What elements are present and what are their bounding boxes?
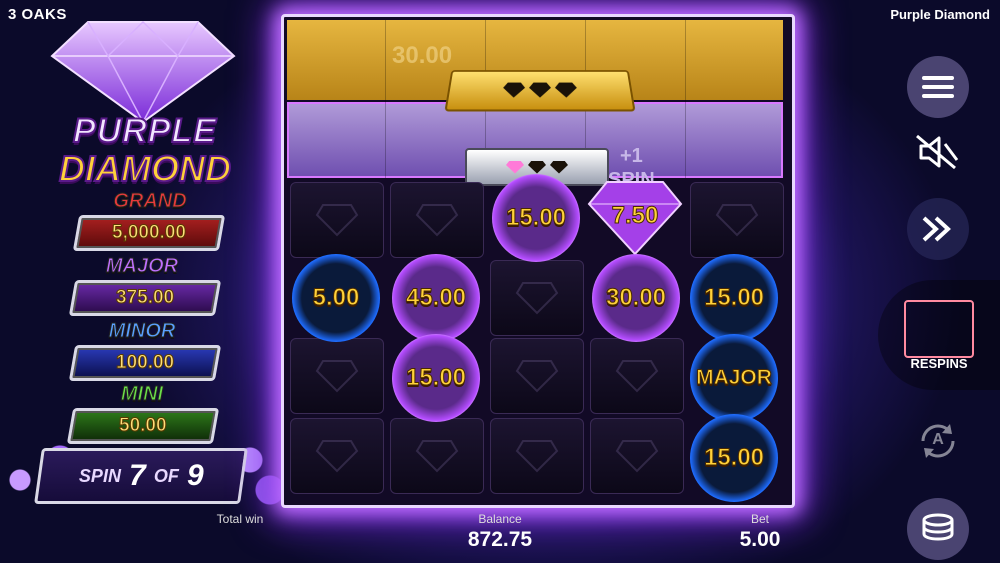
- value-orb: 5.00: [292, 254, 380, 342]
- value-orb: 30.00: [592, 254, 680, 342]
- jackpot-major-value: 375.00: [116, 287, 174, 309]
- value-orb: 45.00: [392, 254, 480, 342]
- spin-current: 7: [129, 459, 146, 493]
- bet-button[interactable]: [907, 498, 969, 560]
- jackpot-minor: MINOR 100.00: [62, 320, 222, 381]
- diamond-icon: [48, 14, 238, 124]
- diamond-outline-icon: [615, 359, 659, 393]
- diamond-outline-icon: [715, 203, 759, 237]
- jackpot-major-value-box: 375.00: [69, 280, 221, 316]
- diamond-outline-icon: [315, 439, 359, 473]
- row-divider: [685, 20, 686, 178]
- ghost-value: 30.00: [392, 42, 452, 70]
- diamond-outline-icon: [515, 359, 559, 393]
- jackpot-major-title: MAJOR: [62, 255, 222, 278]
- bet-label: Bet: [710, 512, 810, 526]
- balance-label: Balance: [450, 512, 550, 526]
- turbo-button[interactable]: [907, 198, 969, 260]
- bet-value: 5.00: [710, 528, 810, 552]
- spin-of-word: OF: [154, 466, 179, 487]
- respins-label: RESPINS: [878, 356, 1000, 371]
- empty-cell: [490, 418, 584, 494]
- jackpot-minor-title: MINOR: [62, 320, 222, 343]
- gem-value: 7.50: [585, 202, 685, 230]
- value-orb: 15.00: [690, 414, 778, 502]
- jackpot-orb-major: MAJOR: [690, 334, 778, 422]
- jackpot-minor-value: 100.00: [116, 352, 174, 374]
- game-title: Purple Diamond: [890, 7, 990, 22]
- jackpot-mini-value-box: 50.00: [67, 408, 219, 444]
- value-orb: 15.00: [492, 174, 580, 262]
- fast-forward-icon: [920, 214, 956, 244]
- autoplay-button[interactable]: A: [915, 418, 961, 464]
- autoplay-letter: A: [915, 431, 961, 449]
- diamond-outline-icon: [615, 439, 659, 473]
- gem-slot-icon: [528, 161, 546, 174]
- empty-cell: [590, 418, 684, 494]
- coins-stack-icon: [920, 513, 956, 545]
- hamburger-icon: [922, 75, 954, 99]
- diamond-outline-icon: [315, 359, 359, 393]
- jackpot-grand: GRAND 5,000.00: [62, 190, 230, 251]
- diamond-outline-icon: [415, 203, 459, 237]
- gold-unlock-bar: [444, 70, 635, 111]
- spin-total: 9: [187, 459, 204, 493]
- diamond-outline-icon: [415, 439, 459, 473]
- respins-button[interactable]: RESPINS: [878, 280, 1000, 390]
- empty-cell: [290, 338, 384, 414]
- respins-frame: [904, 300, 974, 358]
- spin-counter: SPIN 7 OF 9: [34, 448, 248, 504]
- empty-cell: [490, 338, 584, 414]
- diamond-gem-symbol: 7.50: [585, 176, 685, 260]
- gem-slot-icon: [550, 161, 568, 174]
- gem-slot-icon: [529, 83, 551, 98]
- menu-button[interactable]: [907, 56, 969, 118]
- jackpot-grand-value-box: 5,000.00: [73, 215, 225, 251]
- jackpot-major: MAJOR 375.00: [62, 255, 222, 316]
- logo-line-2: DIAMOND: [40, 148, 250, 190]
- diamond-outline-icon: [515, 439, 559, 473]
- jackpot-grand-title: GRAND: [70, 190, 230, 213]
- empty-cell: [290, 418, 384, 494]
- sound-toggle-button[interactable]: [915, 132, 961, 172]
- value-orb: 15.00: [392, 334, 480, 422]
- empty-cell: [390, 182, 484, 258]
- value-orb: 15.00: [690, 254, 778, 342]
- empty-cell: [590, 338, 684, 414]
- total-win-label: Total win: [190, 512, 290, 526]
- gem-slot-icon: [555, 83, 578, 98]
- jackpot-mini-value: 50.00: [119, 415, 167, 437]
- speaker-muted-icon: [915, 132, 961, 172]
- empty-cell: [390, 418, 484, 494]
- empty-cell: [290, 182, 384, 258]
- diamond-outline-icon: [515, 281, 559, 315]
- plus-one: +1: [608, 144, 655, 168]
- empty-cell: [690, 182, 784, 258]
- row-divider: [385, 20, 386, 178]
- gem-slot-icon: [502, 83, 525, 98]
- diamond-outline-icon: [315, 203, 359, 237]
- gem-filled-icon: [506, 161, 524, 174]
- jackpot-minor-value-box: 100.00: [69, 345, 221, 381]
- jackpot-mini: MINI 50.00: [62, 383, 222, 444]
- balance-value: 872.75: [440, 528, 560, 552]
- jackpot-grand-value: 5,000.00: [112, 222, 186, 244]
- empty-cell: [490, 260, 584, 336]
- spin-word: SPIN: [79, 466, 121, 487]
- jackpot-mini-title: MINI: [62, 383, 222, 406]
- logo-line-1: PURPLE: [40, 112, 250, 151]
